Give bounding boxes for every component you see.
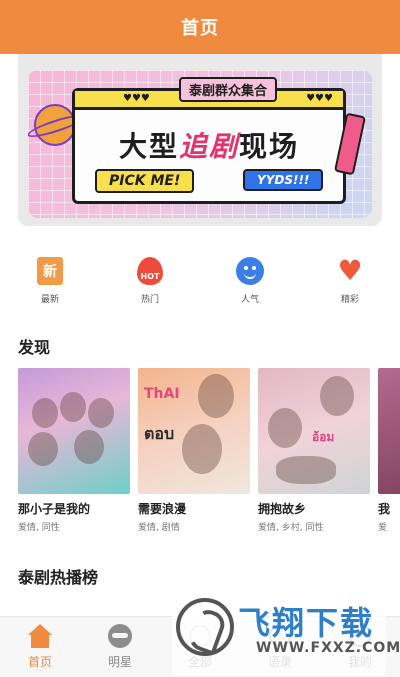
tab-label: 首页 xyxy=(27,655,52,669)
page-title: 首页 xyxy=(181,18,219,39)
heart-icon: ♥ xyxy=(337,254,363,287)
tab-label: 明星 xyxy=(107,655,132,669)
drama-title: 我 xyxy=(378,502,391,516)
site-watermark: 飞翔下载 WWW.FXXZ.COM xyxy=(172,594,400,676)
banner-tag: 泰剧群众集合 xyxy=(179,77,278,102)
hot-flame-icon: HOT xyxy=(137,257,163,285)
drama-card[interactable]: 那小子是我的 爱情, 同性 xyxy=(18,368,130,533)
drama-poster[interactable] xyxy=(378,368,400,494)
banner-card: ♥♥♥ ♥♥♥ 泰剧群众集合 大型追剧现场 PICK ME! YYDS!!! xyxy=(72,77,346,204)
hearts-icon: ♥♥♥ xyxy=(123,93,150,104)
drama-poster[interactable] xyxy=(18,368,130,494)
drama-card[interactable]: อ้อม 拥抱故乡 爱情, 乡村, 同性 xyxy=(258,368,370,533)
drama-tags: 爱 xyxy=(378,523,388,533)
quick-nav-hot[interactable]: HOT 热门 xyxy=(110,256,190,310)
home-icon xyxy=(28,624,52,648)
drama-card[interactable]: 我 爱 xyxy=(378,368,400,533)
drama-title: 那小子是我的 xyxy=(18,502,91,516)
drama-title: 拥抱故乡 xyxy=(258,502,307,516)
quick-nav-popular[interactable]: 人气 xyxy=(210,256,290,310)
yyds-label: YYDS!!! xyxy=(243,169,324,191)
headline-highlight: 追剧 xyxy=(178,130,239,163)
drama-title: 需要浪漫 xyxy=(138,502,187,516)
tab-home[interactable]: 首页 xyxy=(0,617,80,670)
planet-icon xyxy=(34,104,76,146)
quick-nav-label: 精彩 xyxy=(340,295,359,305)
quick-nav: 新 最新 HOT 热门 人气 ♥ 精彩 xyxy=(0,256,400,310)
drama-poster[interactable]: ThAI ตอบ xyxy=(138,368,250,494)
watermark-text: 飞翔下载 xyxy=(238,604,375,642)
headline-post: 现场 xyxy=(239,130,300,163)
tab-stars[interactable]: 明星 xyxy=(80,617,160,670)
quick-nav-label: 最新 xyxy=(40,295,59,305)
watermark-url: WWW.FXXZ.COM xyxy=(256,640,400,656)
quick-nav-wonderful[interactable]: ♥ 精彩 xyxy=(310,256,390,310)
quick-nav-latest[interactable]: 新 最新 xyxy=(10,256,90,310)
drama-poster[interactable]: อ้อม xyxy=(258,368,370,494)
star-mask-icon xyxy=(108,624,132,648)
banner-image[interactable]: ♥♥♥ ♥♥♥ 泰剧群众集合 大型追剧现场 PICK ME! YYDS!!! xyxy=(28,70,372,218)
discover-list[interactable]: 那小子是我的 爱情, 同性 ThAI ตอบ 需要浪漫 爱情, 剧情 อ้อม … xyxy=(18,368,400,538)
drama-tags: 爱情, 剧情 xyxy=(138,523,180,533)
drama-tags: 爱情, 同性 xyxy=(18,523,60,533)
new-badge-icon: 新 xyxy=(37,257,63,285)
drama-tags: 爱情, 乡村, 同性 xyxy=(258,523,324,533)
discover-section-title: 发现 xyxy=(18,338,51,357)
top-bar: 首页 xyxy=(0,0,400,54)
drama-card[interactable]: ThAI ตอบ 需要浪漫 爱情, 剧情 xyxy=(138,368,250,533)
hearts-icon: ♥♥♥ xyxy=(306,93,333,104)
banner-carousel[interactable]: ♥♥♥ ♥♥♥ 泰剧群众集合 大型追剧现场 PICK ME! YYDS!!! xyxy=(18,54,382,226)
smiley-icon xyxy=(236,257,264,285)
headline-pre: 大型 xyxy=(118,130,179,163)
banner-headline: 大型追剧现场 xyxy=(75,125,343,165)
ranking-section-title: 泰剧热播榜 xyxy=(18,568,99,587)
quick-nav-label: 人气 xyxy=(240,295,259,305)
quick-nav-label: 热门 xyxy=(140,295,159,305)
pick-me-label: PICK ME! xyxy=(95,169,195,193)
watermark-logo-icon xyxy=(176,598,234,656)
